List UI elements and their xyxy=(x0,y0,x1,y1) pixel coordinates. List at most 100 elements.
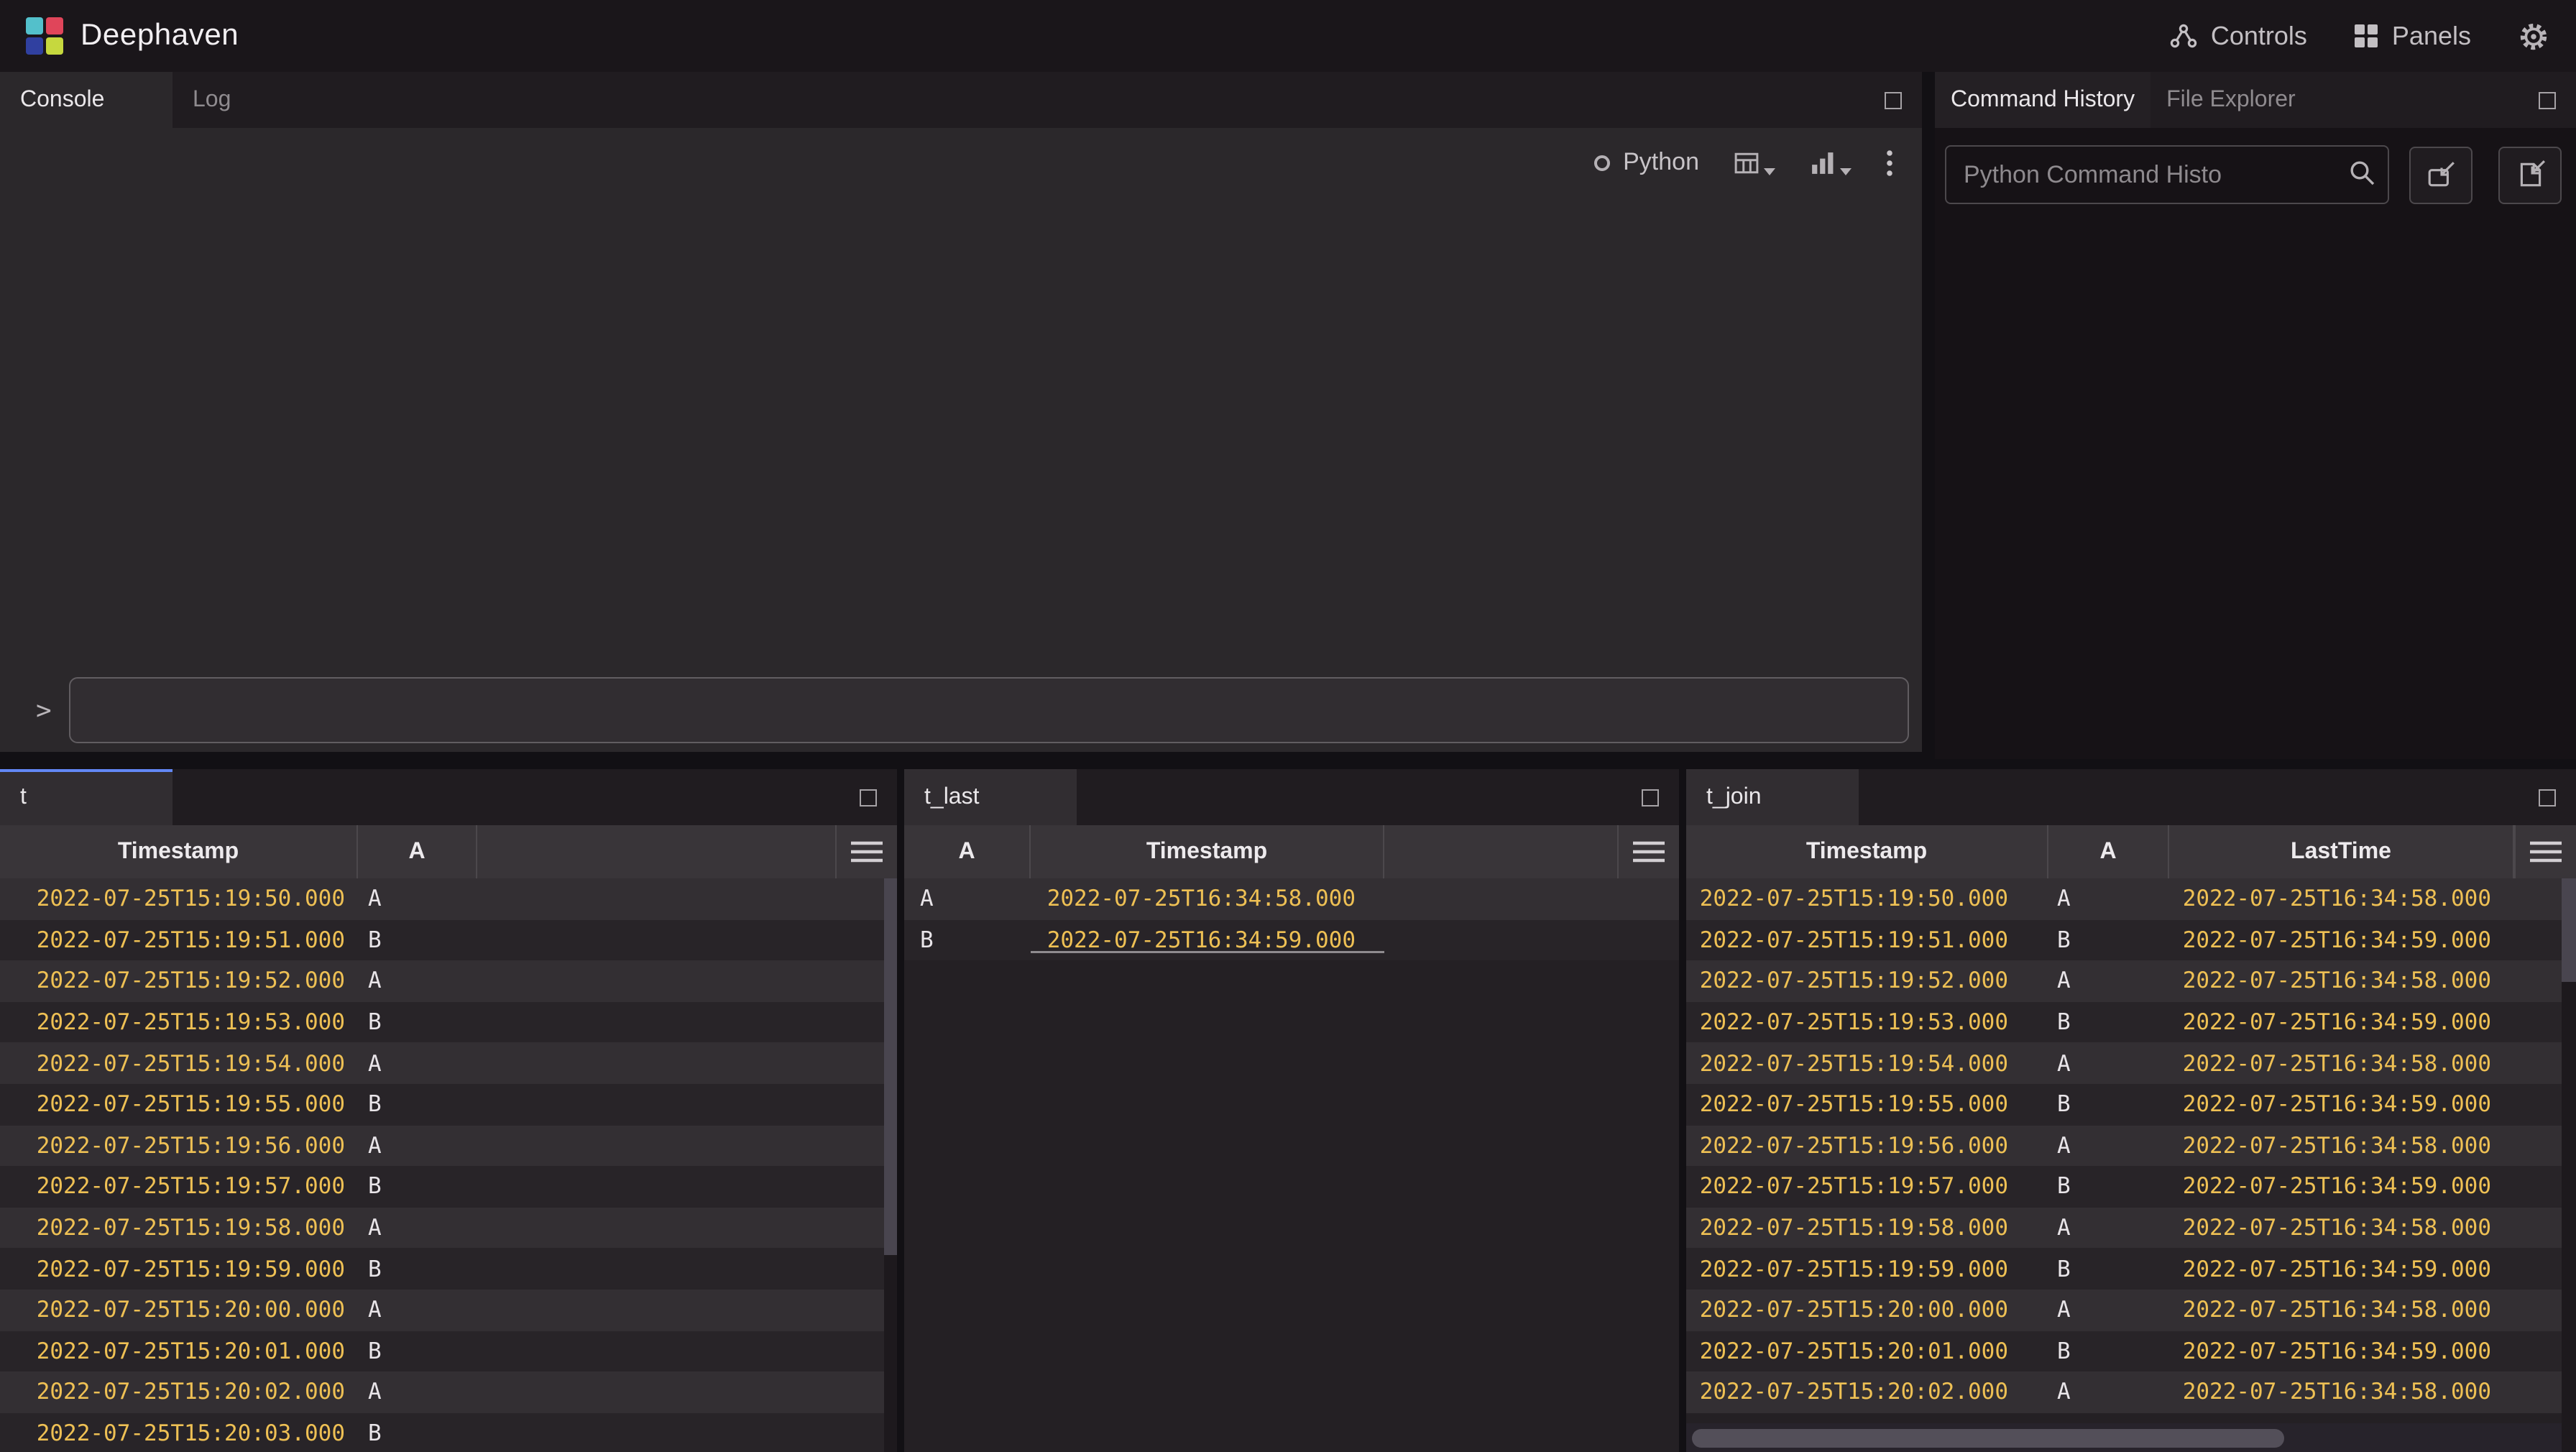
grid-cell[interactable]: 2022-07-25T15:19:50.000 xyxy=(0,886,358,912)
grid-cell[interactable]: A xyxy=(358,886,477,912)
grid-cell[interactable]: A xyxy=(2048,1379,2169,1405)
grid-cell[interactable]: B xyxy=(904,927,1031,953)
scrollbar-thumb[interactable] xyxy=(1692,1428,2284,1447)
grid-cell[interactable]: 2022-07-25T15:19:54.000 xyxy=(0,1050,358,1076)
history-search-input[interactable] xyxy=(1945,145,2389,204)
grid-row[interactable]: 2022-07-25T15:19:58.000A2022-07-25T16:34… xyxy=(1686,1208,2576,1249)
grid-row[interactable]: 2022-07-25T15:19:56.000A2022-07-25T16:34… xyxy=(1686,1125,2576,1166)
grid-cell[interactable]: B xyxy=(2048,927,2169,953)
maximize-panel-icon[interactable] xyxy=(2539,789,2556,806)
grid-cell[interactable]: 2022-07-25T15:19:58.000 xyxy=(1686,1215,2048,1241)
grid-row[interactable]: 2022-07-25T15:19:59.000B xyxy=(0,1249,897,1290)
grid-cell[interactable]: A xyxy=(358,1215,477,1241)
grid-row[interactable]: 2022-07-25T15:20:00.000A2022-07-25T16:34… xyxy=(1686,1290,2576,1331)
horizontal-scrollbar[interactable] xyxy=(1686,1423,2562,1452)
grid-row[interactable]: B2022-07-25T16:34:59.000 xyxy=(904,919,1679,960)
grid-cell[interactable]: B xyxy=(358,1009,477,1035)
grid-cell[interactable]: 2022-07-25T16:34:58.000 xyxy=(2169,1379,2514,1405)
grid-cell[interactable]: A xyxy=(358,968,477,994)
grid-cell[interactable]: 2022-07-25T15:19:59.000 xyxy=(1686,1256,2048,1282)
grid-row[interactable]: 2022-07-25T15:19:50.000A xyxy=(0,878,897,919)
maximize-panel-icon[interactable] xyxy=(860,789,877,806)
grid-cell[interactable]: A xyxy=(358,1297,477,1323)
table-menu-button[interactable] xyxy=(2516,825,2576,878)
grid-cell[interactable]: B xyxy=(2048,1256,2169,1282)
grid-cell[interactable]: 2022-07-25T16:34:59.000 xyxy=(2169,1174,2514,1200)
grid-cell[interactable]: A xyxy=(358,1379,477,1405)
grid-cell[interactable]: B xyxy=(358,1338,477,1364)
grid-row[interactable]: 2022-07-25T15:20:02.000A2022-07-25T16:34… xyxy=(1686,1371,2576,1412)
grid-cell[interactable]: A xyxy=(2048,1215,2169,1241)
panels-menu-button[interactable]: Panels xyxy=(2353,21,2471,51)
grid-cell[interactable]: B xyxy=(358,1256,477,1282)
grid-row[interactable]: 2022-07-25T15:20:02.000A xyxy=(0,1371,897,1412)
tab-t[interactable]: t xyxy=(0,769,172,825)
column-header-timestamp[interactable]: Timestamp xyxy=(0,825,358,878)
grid-cell[interactable]: 2022-07-25T16:34:58.000 xyxy=(2169,1050,2514,1076)
grid-row[interactable]: 2022-07-25T15:19:50.000A2022-07-25T16:34… xyxy=(1686,878,2576,919)
grid-cell[interactable]: 2022-07-25T15:20:00.000 xyxy=(1686,1297,2048,1323)
grid-cell[interactable]: 2022-07-25T15:20:01.000 xyxy=(1686,1338,2048,1364)
table-picker-button[interactable] xyxy=(1734,150,1775,175)
column-header-timestamp[interactable]: Timestamp xyxy=(1031,825,1384,878)
grid-cell[interactable]: B xyxy=(2048,1009,2169,1035)
grid-cell[interactable]: 2022-07-25T15:19:53.000 xyxy=(1686,1009,2048,1035)
grid-row[interactable]: 2022-07-25T15:20:01.000B2022-07-25T16:34… xyxy=(1686,1331,2576,1371)
grid-cell[interactable]: B xyxy=(2048,1174,2169,1200)
grid-cell[interactable]: 2022-07-25T15:19:54.000 xyxy=(1686,1050,2048,1076)
grid-cell[interactable]: 2022-07-25T15:20:02.000 xyxy=(0,1379,358,1405)
tab-log[interactable]: Log xyxy=(172,72,345,128)
column-header-a[interactable]: A xyxy=(2048,825,2169,878)
grid-cell[interactable]: 2022-07-25T15:19:52.000 xyxy=(1686,968,2048,994)
table-menu-button[interactable] xyxy=(1619,825,1679,878)
grid-cell[interactable]: 2022-07-25T15:20:02.000 xyxy=(1686,1379,2048,1405)
grid-cell[interactable]: 2022-07-25T16:34:59.000 xyxy=(2169,1256,2514,1282)
grid-cell[interactable]: 2022-07-25T16:34:58.000 xyxy=(1031,886,1384,912)
vertical-scrollbar[interactable] xyxy=(884,878,897,1452)
grid-row[interactable]: 2022-07-25T15:19:59.000B2022-07-25T16:34… xyxy=(1686,1249,2576,1290)
grid-row[interactable]: 2022-07-25T15:19:58.000A xyxy=(0,1208,897,1249)
grid-cell[interactable]: 2022-07-25T15:19:50.000 xyxy=(1686,886,2048,912)
grid-row[interactable]: 2022-07-25T15:19:53.000B xyxy=(0,1002,897,1043)
grid-cell[interactable]: B xyxy=(358,1420,477,1446)
grid-cell[interactable]: 2022-07-25T15:20:00.000 xyxy=(0,1297,358,1323)
grid-cell[interactable]: A xyxy=(2048,1297,2169,1323)
grid-cell[interactable]: 2022-07-25T15:19:51.000 xyxy=(0,927,358,953)
tab-t-last[interactable]: t_last xyxy=(904,769,1077,825)
grid-cell[interactable]: 2022-07-25T16:34:58.000 xyxy=(2169,1297,2514,1323)
grid-cell[interactable]: B xyxy=(358,1174,477,1200)
grid-cell[interactable]: A xyxy=(904,886,1031,912)
grid-row[interactable]: 2022-07-25T15:19:57.000B2022-07-25T16:34… xyxy=(1686,1166,2576,1207)
grid-row[interactable]: 2022-07-25T15:20:01.000B xyxy=(0,1331,897,1371)
grid-cell[interactable]: 2022-07-25T15:19:59.000 xyxy=(0,1256,358,1282)
grid-cell[interactable]: 2022-07-25T15:19:56.000 xyxy=(1686,1133,2048,1159)
grid-cell[interactable]: 2022-07-25T15:19:58.000 xyxy=(0,1215,358,1241)
table-menu-button[interactable] xyxy=(837,825,897,878)
grid-cell[interactable]: 2022-07-25T16:34:59.000 xyxy=(2169,927,2514,953)
grid-cell[interactable]: 2022-07-25T16:34:58.000 xyxy=(2169,968,2514,994)
grid-cell[interactable]: 2022-07-25T16:34:58.000 xyxy=(2169,886,2514,912)
tab-file-explorer[interactable]: File Explorer xyxy=(2150,72,2312,128)
settings-gear-icon[interactable] xyxy=(2517,19,2550,52)
chart-picker-button[interactable] xyxy=(1810,150,1852,175)
grid-cell[interactable]: 2022-07-25T15:19:53.000 xyxy=(0,1009,358,1035)
grid-row[interactable]: 2022-07-25T15:19:52.000A xyxy=(0,960,897,1001)
grid-row[interactable]: 2022-07-25T15:19:54.000A2022-07-25T16:34… xyxy=(1686,1043,2576,1084)
grid-cell[interactable]: 2022-07-25T16:34:59.000 xyxy=(2169,1338,2514,1364)
grid-cell[interactable]: 2022-07-25T16:34:59.000 xyxy=(2169,1092,2514,1118)
grid-cell[interactable]: 2022-07-25T15:19:51.000 xyxy=(1686,927,2048,953)
grid-cell[interactable]: A xyxy=(358,1050,477,1076)
grid-cell[interactable]: 2022-07-25T16:34:58.000 xyxy=(2169,1133,2514,1159)
language-selector[interactable]: Python xyxy=(1594,148,1699,177)
grid-row[interactable]: 2022-07-25T15:19:52.000A2022-07-25T16:34… xyxy=(1686,960,2576,1001)
grid-row[interactable]: 2022-07-25T15:20:00.000A xyxy=(0,1290,897,1331)
grid-cell[interactable]: B xyxy=(358,1092,477,1118)
grid-cell[interactable]: 2022-07-25T15:19:55.000 xyxy=(0,1092,358,1118)
grid-row[interactable]: 2022-07-25T15:19:55.000B xyxy=(0,1084,897,1125)
grid-cell[interactable]: 2022-07-25T15:19:55.000 xyxy=(1686,1092,2048,1118)
grid-row[interactable]: 2022-07-25T15:19:54.000A xyxy=(0,1043,897,1084)
grid-cell[interactable]: 2022-07-25T16:34:59.000 xyxy=(2169,1009,2514,1035)
column-header-a[interactable]: A xyxy=(358,825,477,878)
controls-menu-button[interactable]: Controls xyxy=(2169,21,2307,51)
send-to-console-button[interactable] xyxy=(2409,146,2472,203)
